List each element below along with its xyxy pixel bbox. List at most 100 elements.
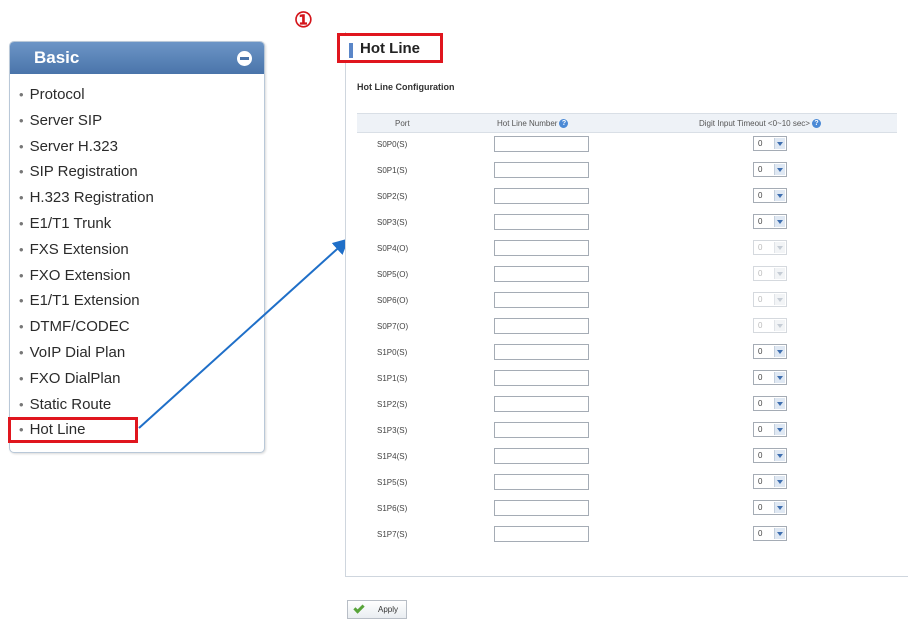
hotline-number-input[interactable] xyxy=(494,240,589,256)
timeout-select[interactable]: 0 xyxy=(753,422,787,437)
bullet-icon: • xyxy=(19,396,24,412)
timeout-select[interactable]: 0 xyxy=(753,188,787,203)
hotline-number-input[interactable] xyxy=(494,500,589,516)
chevron-down-icon[interactable] xyxy=(774,190,785,201)
sidebar-item-label: Server SIP xyxy=(29,111,103,129)
timeout-value: 0 xyxy=(758,139,763,148)
hotline-number-input[interactable] xyxy=(494,526,589,542)
timeout-select[interactable]: 0 xyxy=(753,396,787,411)
hotline-number-input[interactable] xyxy=(494,474,589,490)
column-header-number-label: Hot Line Number xyxy=(497,119,558,128)
sidebar-item-fxo-extension[interactable]: • FXO Extension xyxy=(19,263,264,289)
port-label: S0P1(S) xyxy=(377,166,408,175)
hotline-number-input[interactable] xyxy=(494,318,589,334)
port-label: S0P5(O) xyxy=(377,270,409,279)
apply-button[interactable]: Apply xyxy=(347,600,407,619)
chevron-down-icon xyxy=(774,242,785,253)
timeout-select[interactable]: 0 xyxy=(753,136,787,151)
port-label: S1P6(S) xyxy=(377,504,408,513)
hotline-number-input[interactable] xyxy=(494,448,589,464)
bullet-icon: • xyxy=(19,319,24,335)
bullet-icon: • xyxy=(19,215,24,231)
table-row: S1P2(S) 0 xyxy=(357,393,897,419)
chevron-down-icon[interactable] xyxy=(774,138,785,149)
table-row: S0P0(S) 0 xyxy=(357,133,897,159)
table-row: S1P3(S) 0 xyxy=(357,419,897,445)
hotline-number-input[interactable] xyxy=(494,292,589,308)
chevron-down-icon[interactable] xyxy=(774,502,785,513)
timeout-select[interactable]: 0 xyxy=(753,448,787,463)
hotline-number-input[interactable] xyxy=(494,136,589,152)
timeout-select[interactable]: 0 xyxy=(753,526,787,541)
timeout-select: 0 xyxy=(753,266,787,281)
table-row: S0P2(S) 0 xyxy=(357,185,897,211)
timeout-select[interactable]: 0 xyxy=(753,344,787,359)
bullet-icon: • xyxy=(19,112,24,128)
chevron-down-icon[interactable] xyxy=(774,398,785,409)
chevron-down-icon[interactable] xyxy=(774,528,785,539)
timeout-select[interactable]: 0 xyxy=(753,474,787,489)
timeout-select: 0 xyxy=(753,318,787,333)
hotline-number-input[interactable] xyxy=(494,162,589,178)
port-label: S0P4(O) xyxy=(377,244,409,253)
bullet-icon: • xyxy=(19,293,24,309)
chevron-down-icon[interactable] xyxy=(774,476,785,487)
sidebar-item-fxs-extension[interactable]: • FXS Extension xyxy=(19,237,264,263)
timeout-select[interactable]: 0 xyxy=(753,214,787,229)
port-label: S0P3(S) xyxy=(377,218,408,227)
sidebar-item-server-h-323[interactable]: • Server H.323 xyxy=(19,134,264,160)
sidebar-item-label: DTMF/CODEC xyxy=(29,318,130,336)
sidebar-item-fxo-dialplan[interactable]: • FXO DialPlan xyxy=(19,366,264,392)
sidebar-item-sip-registration[interactable]: • SIP Registration xyxy=(19,159,264,185)
sidebar-item-label: Hot Line xyxy=(29,421,86,439)
hotline-number-input[interactable] xyxy=(494,370,589,386)
sidebar-item-hot-line[interactable]: • Hot Line xyxy=(19,417,264,443)
timeout-value: 0 xyxy=(758,191,763,200)
bullet-icon: • xyxy=(19,370,24,386)
chevron-down-icon xyxy=(774,268,785,279)
timeout-select[interactable]: 0 xyxy=(753,370,787,385)
table-row: S1P4(S) 0 xyxy=(357,445,897,471)
chevron-down-icon[interactable] xyxy=(774,450,785,461)
sidebar-item-voip-dial-plan[interactable]: • VoIP Dial Plan xyxy=(19,340,264,366)
bullet-icon: • xyxy=(19,87,24,102)
hotline-number-input[interactable] xyxy=(494,188,589,204)
port-label: S0P0(S) xyxy=(377,140,408,149)
sidebar-item-static-route[interactable]: • Static Route xyxy=(19,392,264,418)
table-row: S1P0(S) 0 xyxy=(357,341,897,367)
table-row: S0P5(O) 0 xyxy=(357,263,897,289)
chevron-down-icon xyxy=(774,294,785,305)
sidebar-item-e1-t1-trunk[interactable]: • E1/T1 Trunk xyxy=(19,211,264,237)
sidebar-item-dtmf-codec[interactable]: • DTMF/CODEC xyxy=(19,314,264,340)
sidebar-header[interactable]: Basic xyxy=(10,42,264,74)
chevron-down-icon[interactable] xyxy=(774,424,785,435)
chevron-down-icon[interactable] xyxy=(774,372,785,383)
chevron-down-icon[interactable] xyxy=(774,216,785,227)
chevron-down-icon[interactable] xyxy=(774,164,785,175)
timeout-select[interactable]: 0 xyxy=(753,500,787,515)
sidebar-item-server-sip[interactable]: • Server SIP xyxy=(19,108,264,134)
hotline-number-input[interactable] xyxy=(494,214,589,230)
hotline-number-input[interactable] xyxy=(494,396,589,412)
timeout-value: 0 xyxy=(758,165,763,174)
help-icon[interactable]: ? xyxy=(811,119,821,129)
timeout-select[interactable]: 0 xyxy=(753,162,787,177)
table-header: Port Hot Line Number? Digit Input Timeou… xyxy=(357,113,897,133)
port-label: S1P1(S) xyxy=(377,374,408,383)
port-label: S1P7(S) xyxy=(377,530,408,539)
sidebar-item-h-323-registration[interactable]: • H.323 Registration xyxy=(19,185,264,211)
hotline-number-input[interactable] xyxy=(494,344,589,360)
sidebar-item-e1-t1-extension[interactable]: • E1/T1 Extension xyxy=(19,288,264,314)
chevron-down-icon[interactable] xyxy=(774,346,785,357)
sidebar-item-protocol[interactable]: • Protocol xyxy=(19,82,264,108)
column-header-number: Hot Line Number? xyxy=(497,119,569,129)
bullet-icon: • xyxy=(19,344,24,360)
minus-circle-icon[interactable] xyxy=(237,51,252,66)
hotline-number-input[interactable] xyxy=(494,266,589,282)
sidebar-menu: • Protocol • Server SIP • Server H.323 • SIP Re… xyxy=(10,74,264,443)
hotline-number-input[interactable] xyxy=(494,422,589,438)
help-icon[interactable]: ? xyxy=(559,119,569,129)
title-accent-bar xyxy=(349,43,353,58)
step-marker: ① xyxy=(294,9,313,32)
timeout-value: 0 xyxy=(758,243,763,252)
